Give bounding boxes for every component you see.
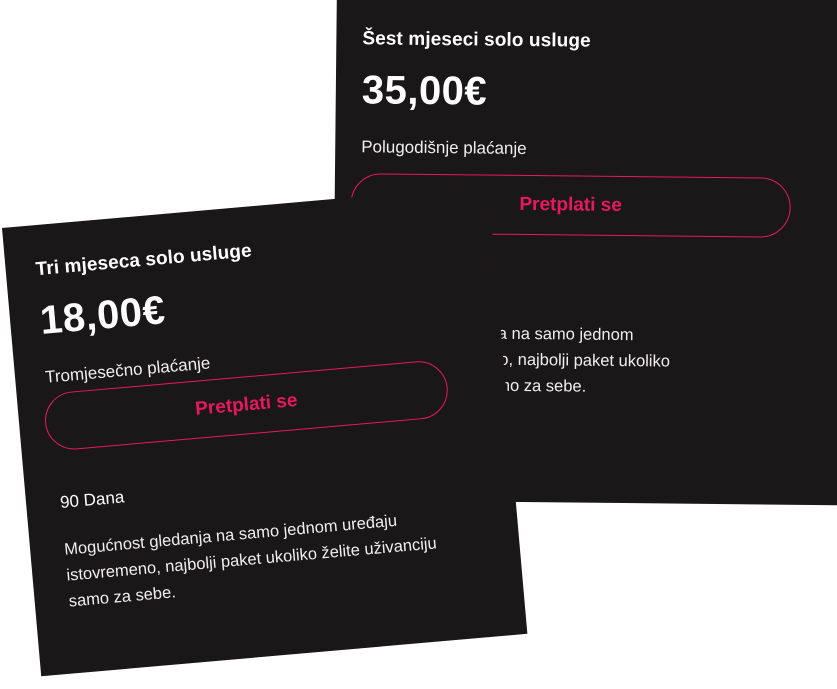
plan-card-three-months: Tri mjeseca solo usluge 18,00€ Tromjeseč… [2, 185, 528, 677]
plan-billing-period: Polugodišnje plaćanje [361, 137, 527, 158]
subscribe-button-label: Pretplati se [194, 389, 299, 420]
plan-description: Mogućnost gledanja na samo jednom uređaj… [63, 511, 438, 611]
subscribe-button-label: Pretplati se [519, 193, 622, 216]
pricing-stage: Šest mjeseci solo usluge 35,00€ Polugodi… [0, 0, 837, 689]
plan-title: Šest mjeseci solo usluge [362, 28, 591, 52]
plan-price: 35,00€ [361, 68, 488, 114]
